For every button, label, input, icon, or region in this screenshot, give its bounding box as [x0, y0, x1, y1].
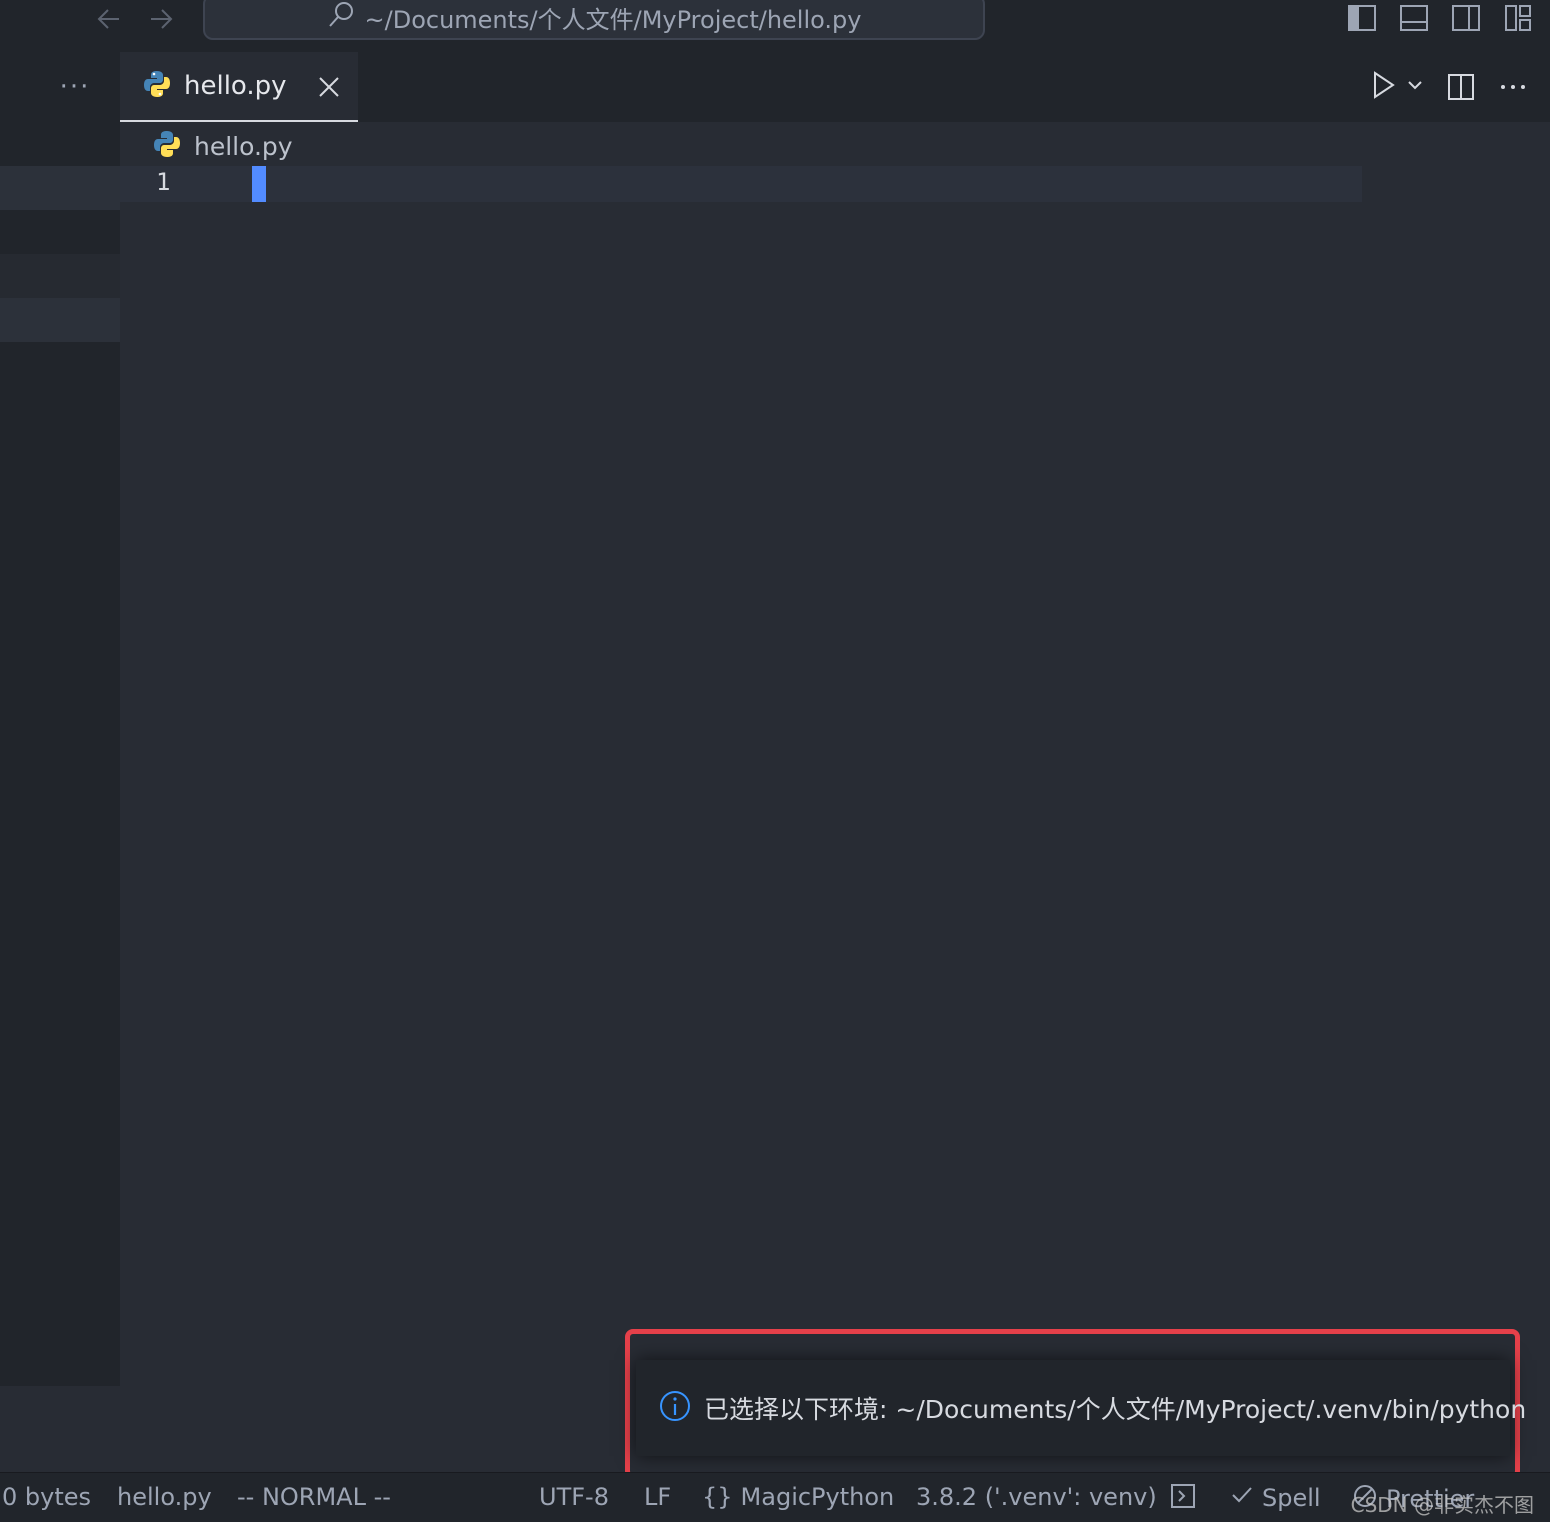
title-bar: ~/Documents/个人文件/MyProject/hello.py	[0, 0, 1550, 52]
status-language-mode[interactable]: {} MagicPython	[702, 1483, 894, 1511]
terminal-icon[interactable]	[1170, 1483, 1196, 1509]
python-icon	[142, 69, 172, 103]
toggle-secondary-sidebar-icon[interactable]	[1450, 2, 1482, 34]
status-spell-label: Spell	[1262, 1484, 1321, 1512]
command-center-search[interactable]: ~/Documents/个人文件/MyProject/hello.py	[203, 0, 985, 40]
split-editor-icon[interactable]	[1446, 70, 1476, 104]
search-icon	[327, 1, 355, 33]
toggle-primary-sidebar-icon[interactable]	[1346, 2, 1378, 34]
text-cursor	[252, 166, 266, 202]
sidebar-item[interactable]	[0, 166, 120, 210]
tab-label: hello.py	[184, 71, 287, 101]
current-line-highlight	[120, 166, 1362, 202]
sidebar-item[interactable]	[0, 298, 120, 342]
toggle-panel-icon[interactable]	[1398, 2, 1430, 34]
status-line-ending[interactable]: LF	[644, 1483, 671, 1511]
sidebar: ···	[0, 52, 120, 1386]
status-language-label: MagicPython	[740, 1483, 895, 1511]
forward-arrow-icon[interactable]	[146, 4, 176, 34]
tab-hello-py[interactable]: hello.py	[120, 52, 358, 122]
status-file-name[interactable]: hello.py	[117, 1483, 212, 1511]
tab-bar: hello.py	[120, 52, 1550, 122]
status-interpreter[interactable]: 3.8.2 ('.venv': venv)	[916, 1483, 1157, 1511]
status-file-size: 0 bytes	[2, 1483, 92, 1511]
status-spell[interactable]: Spell	[1230, 1483, 1321, 1513]
breadcrumb-file: hello.py	[194, 131, 293, 161]
editor-area[interactable]: hello.py 1	[120, 122, 1550, 1472]
breadcrumb[interactable]: hello.py	[152, 128, 293, 164]
command-center-path: ~/Documents/个人文件/MyProject/hello.py	[364, 5, 862, 34]
line-number: 1	[156, 168, 171, 196]
more-actions-icon[interactable]	[1498, 70, 1528, 104]
customize-layout-icon[interactable]	[1502, 2, 1534, 34]
sidebar-item[interactable]	[0, 254, 120, 298]
info-icon	[658, 1389, 692, 1427]
braces-icon: {}	[702, 1483, 733, 1511]
notification-message: 已选择以下环境: ~/Documents/个人文件/MyProject/.ven…	[704, 1395, 1527, 1424]
checkmark-icon	[1230, 1483, 1254, 1513]
close-icon[interactable]	[316, 74, 342, 100]
status-bar: 0 bytes hello.py -- NORMAL -- UTF-8 LF {…	[0, 1472, 1550, 1522]
back-arrow-icon[interactable]	[94, 4, 124, 34]
ellipsis-icon: ···	[59, 72, 91, 102]
status-encoding[interactable]: UTF-8	[539, 1483, 609, 1511]
sidebar-more-button[interactable]: ···	[0, 52, 120, 122]
watermark: CSDN @非实杰不图	[1350, 1493, 1534, 1517]
play-icon	[1368, 70, 1398, 104]
python-icon	[152, 129, 182, 163]
chevron-down-icon[interactable]	[1406, 76, 1424, 98]
run-python-file-button[interactable]	[1368, 70, 1424, 104]
status-vim-mode: -- NORMAL --	[237, 1483, 391, 1511]
notification-toast[interactable]: 已选择以下环境: ~/Documents/个人文件/MyProject/.ven…	[636, 1360, 1526, 1456]
